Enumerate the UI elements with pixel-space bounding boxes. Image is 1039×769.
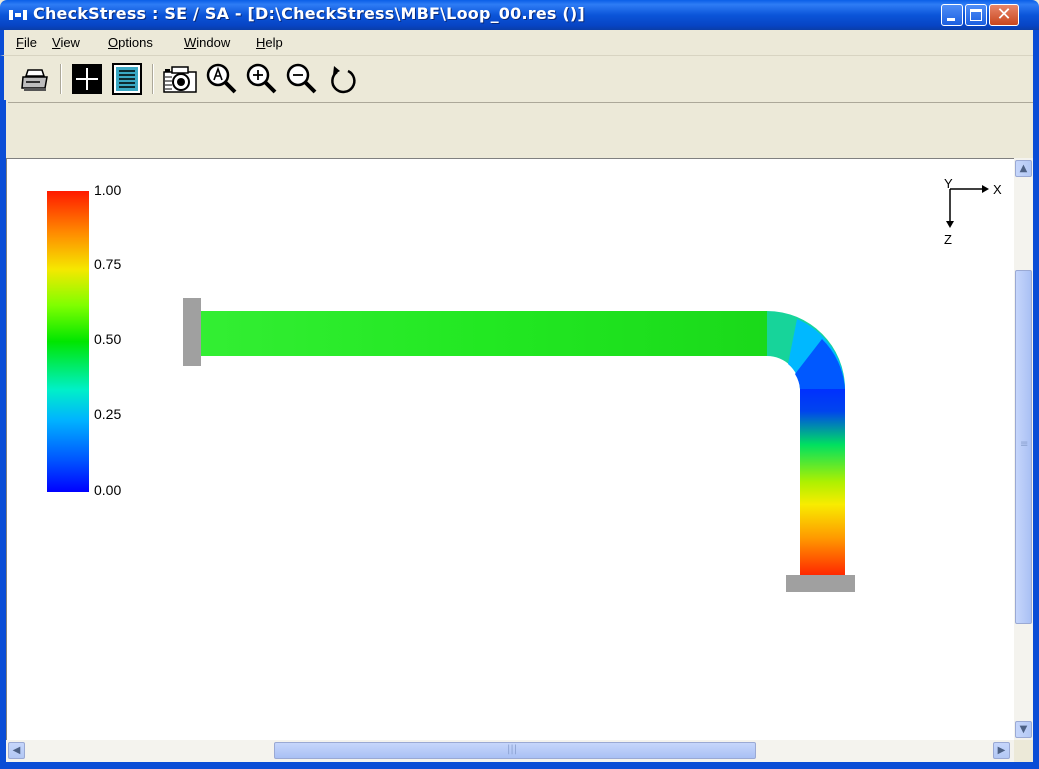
vertical-scrollbar[interactable]: ▲ ≡ ▼ xyxy=(1014,158,1033,740)
chevron-up-icon: ▲ xyxy=(1019,163,1028,174)
fixed-support-left xyxy=(183,298,201,366)
minimize-button[interactable] xyxy=(941,4,963,26)
printer-icon xyxy=(21,69,48,91)
maximize-button[interactable] xyxy=(965,4,987,26)
chevron-down-icon: ▼ xyxy=(1019,724,1028,735)
toolbar-separator xyxy=(152,64,154,94)
chevron-right-icon: ▶ xyxy=(997,745,1006,756)
resize-grip[interactable] xyxy=(1014,740,1033,762)
close-icon: ✕ xyxy=(996,4,1012,25)
rotate-icon xyxy=(331,66,356,94)
crosshair-view-icon xyxy=(72,64,102,94)
horizontal-scroll-thumb[interactable]: ||| xyxy=(274,742,756,759)
camera-icon xyxy=(163,66,197,93)
title-bar[interactable]: CheckStress : SE / SA - [D:\CheckStress\… xyxy=(0,0,1039,30)
menu-options[interactable]: Options xyxy=(108,35,153,50)
grid-view-button[interactable] xyxy=(70,62,104,96)
horizontal-scrollbar[interactable]: ◀ ||| ▶ xyxy=(6,740,1014,762)
close-button[interactable]: ✕ xyxy=(989,4,1019,26)
window-frame-bottom xyxy=(0,762,1039,769)
chevron-left-icon: ◀ xyxy=(12,745,21,756)
scroll-right-button[interactable]: ▶ xyxy=(993,742,1010,759)
rotate-button[interactable] xyxy=(326,62,360,96)
pipe-segment-vertical xyxy=(800,389,845,575)
toolbar-band xyxy=(8,56,1039,103)
zoom-out-button[interactable] xyxy=(284,62,318,96)
menu-view[interactable]: View xyxy=(52,35,80,50)
stress-view-canvas[interactable]: 1.00 0.75 0.50 0.25 0.00 Y X Z xyxy=(6,158,1014,740)
zoom-out-icon xyxy=(286,63,317,94)
zoom-in-icon xyxy=(246,63,277,94)
fixed-support-bottom xyxy=(786,575,855,592)
toolbar-separator xyxy=(60,64,62,94)
scroll-left-button[interactable]: ◀ xyxy=(8,742,25,759)
print-button[interactable] xyxy=(18,62,52,96)
report-view-button[interactable] xyxy=(110,62,144,96)
axis-label-z: Z xyxy=(944,232,952,247)
window-title: CheckStress : SE / SA - [D:\CheckStress\… xyxy=(33,4,585,23)
window-frame-right xyxy=(1033,30,1039,769)
pipe-model xyxy=(183,185,989,592)
axis-label-x: X xyxy=(993,182,1002,197)
pipe-segment-horizontal xyxy=(201,311,767,356)
vertical-scroll-thumb[interactable]: ≡ xyxy=(1015,270,1032,624)
zoom-in-button[interactable] xyxy=(244,62,278,96)
zoom-auto-icon xyxy=(206,63,237,94)
toolbar xyxy=(0,56,1039,158)
maximize-icon xyxy=(970,9,982,21)
menu-help[interactable]: Help xyxy=(256,35,283,50)
scroll-up-button[interactable]: ▲ xyxy=(1015,160,1032,177)
menu-window[interactable]: Window xyxy=(184,35,230,50)
document-view-icon xyxy=(112,63,142,95)
axis-label-y: Y xyxy=(944,176,953,191)
menu-bar: File View Options Window Help xyxy=(0,30,1039,56)
minimize-icon xyxy=(947,18,955,21)
grip-icon: ≡ xyxy=(1020,439,1029,450)
app-icon xyxy=(9,9,27,21)
grip-icon: ||| xyxy=(507,744,518,755)
zoom-all-button[interactable] xyxy=(204,62,238,96)
snapshot-button[interactable] xyxy=(162,62,197,96)
scroll-down-button[interactable]: ▼ xyxy=(1015,721,1032,738)
axis-triad-icon xyxy=(946,185,989,228)
menu-file[interactable]: File xyxy=(16,35,37,50)
